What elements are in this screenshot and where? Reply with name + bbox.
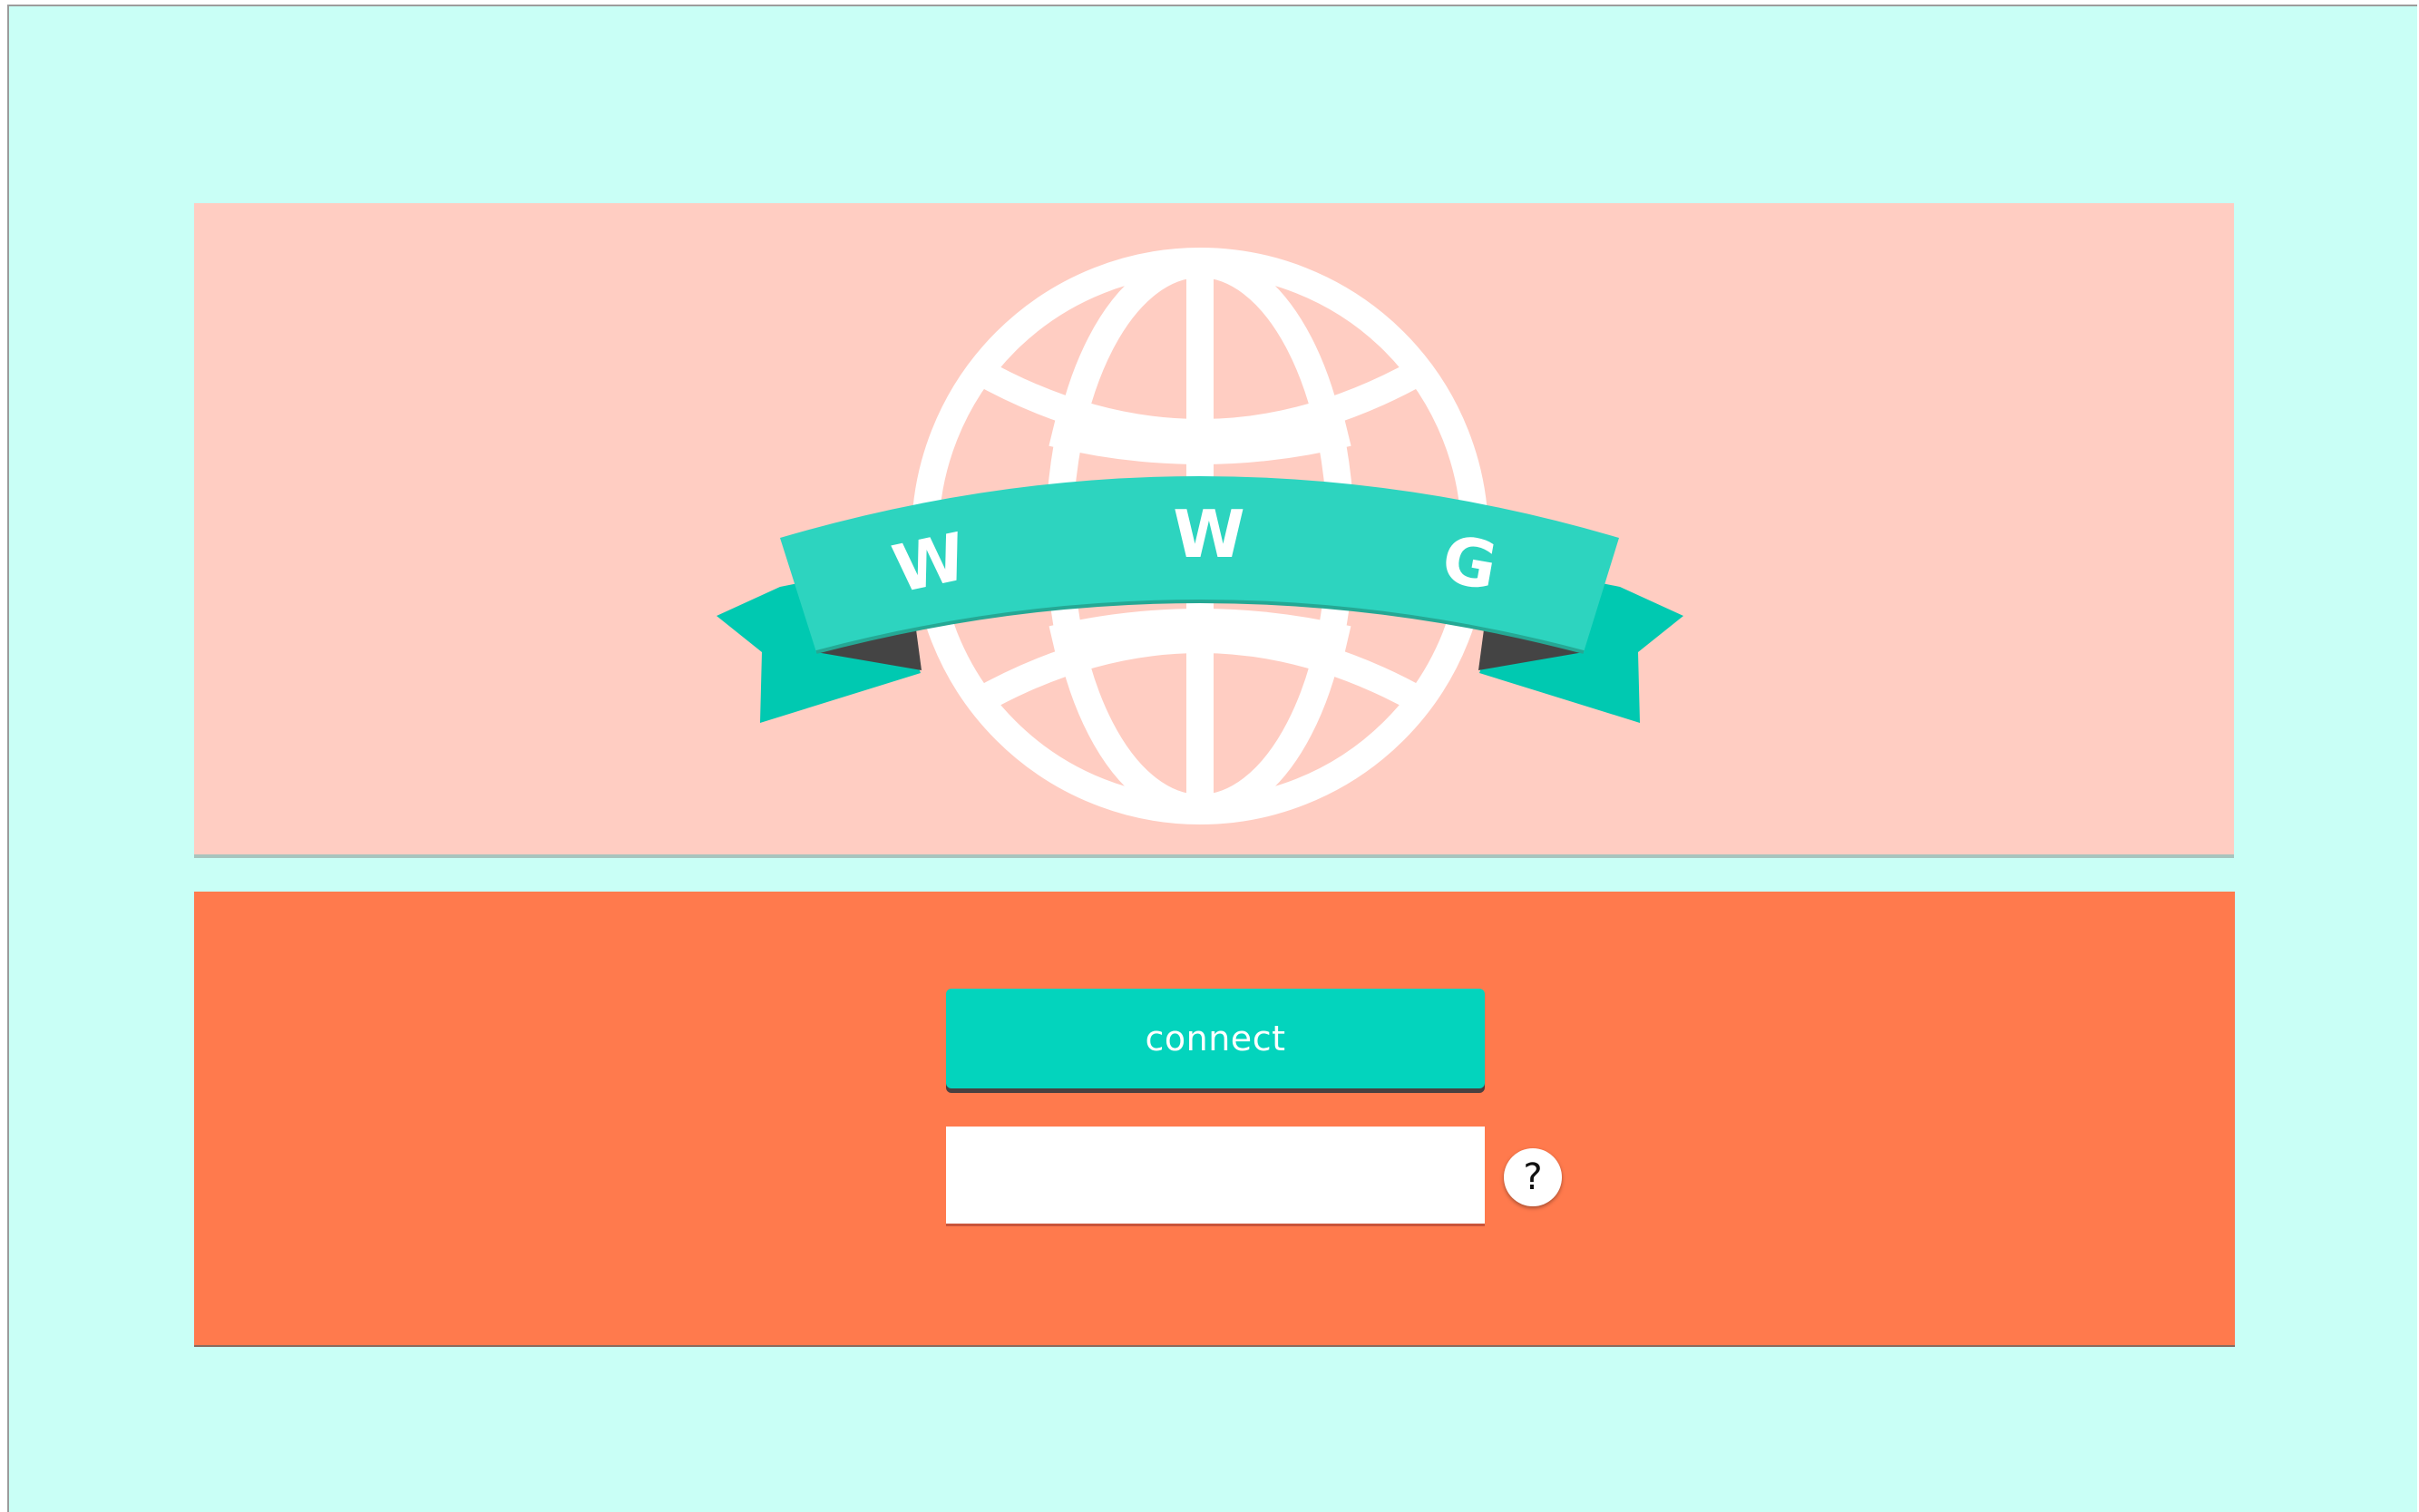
question-icon: ? [1523, 1156, 1543, 1198]
help-button[interactable]: ? [1504, 1148, 1562, 1206]
name-input[interactable] [946, 1127, 1485, 1226]
connect-button[interactable]: connect [946, 989, 1485, 1088]
app-window: W W G connect ? [7, 5, 2417, 1512]
ribbon-letter-2: W [1173, 496, 1244, 572]
logo-panel: W W G [194, 203, 2234, 858]
globe-ribbon-logo: W W G [717, 248, 1683, 824]
connect-panel: connect ? [194, 892, 2235, 1347]
